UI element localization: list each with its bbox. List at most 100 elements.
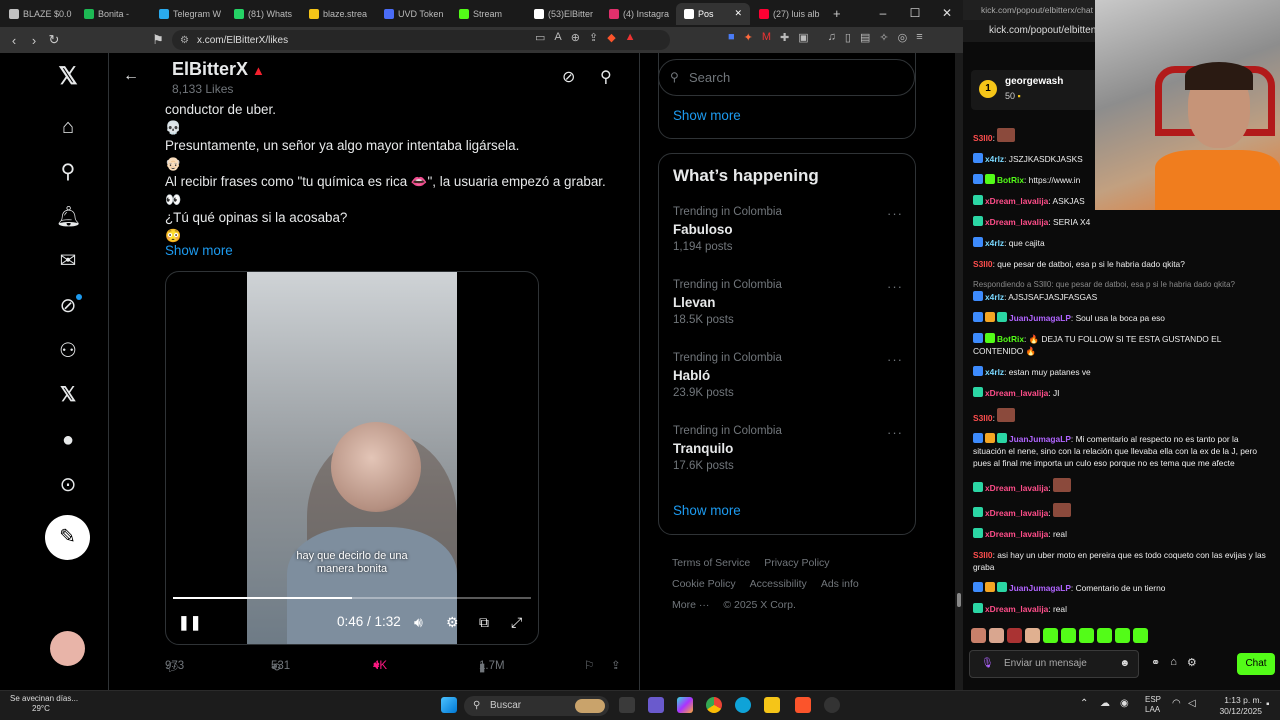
windows-start-icon[interactable] [441,697,457,713]
mic-icon[interactable]: 🎙︎ [981,651,994,677]
leo-icon[interactable]: ✧ [879,31,888,44]
chat-username[interactable]: x4rlz [985,154,1004,164]
close-window-button[interactable]: ✕ [931,0,963,27]
footer-link[interactable]: Ads info [821,578,859,590]
share-icon[interactable]: ⇪ [589,31,598,44]
grok-icon[interactable]: ⊘ [562,67,575,87]
fullscreen-icon[interactable]: ⤢ [511,614,522,631]
file-explorer-icon[interactable] [619,697,635,713]
grok-icon[interactable]: ⊘ [56,294,82,318]
cast-icon[interactable]: ▭ [535,31,545,44]
weather-widget[interactable]: Se avecinan días... 29°C [10,694,78,714]
browser-tab[interactable]: Stream [451,3,525,25]
explore-icon[interactable]: ⚲ [56,160,80,184]
browser-tab[interactable]: Bonita - [76,3,150,25]
chat-username[interactable]: BotRix [997,334,1024,344]
forward-icon[interactable]: › [24,33,44,48]
chat-input[interactable]: 🎙︎ Enviar un mensaje ☻ [969,650,1139,678]
search-input[interactable]: ⚲ Search [658,59,915,96]
bits-icon[interactable]: ⚭ [1151,656,1160,669]
reload-icon[interactable]: ↻ [44,32,64,48]
vpn-icon[interactable]: ◎ [898,31,908,44]
taskbar-search[interactable]: ⚲ Buscar [464,696,609,716]
system-clock[interactable]: 1:13 p. m. 30/12/2025 [1207,695,1262,717]
chat-username[interactable]: xDream_lavalija [985,529,1048,539]
chat-username[interactable]: xDream_lavalija [985,196,1048,206]
more-options-icon[interactable]: ··· [887,425,903,440]
emote-icon[interactable] [1079,628,1094,643]
emoji-icon[interactable]: ☻ [1119,651,1130,677]
chat-username[interactable]: S3ll0 [973,133,993,143]
copilot-icon[interactable] [677,697,693,713]
more-options-icon[interactable]: ··· [887,279,903,294]
footer-link[interactable]: Cookie Policy [672,578,736,590]
trend-item[interactable]: Trending in Colombia Tranquilo 17.6K posts… [673,425,903,472]
browser-tab[interactable]: BLAZE $0.0 [1,3,75,25]
emote-icon[interactable] [989,628,1004,643]
emote-icon[interactable] [1115,628,1130,643]
media-icon[interactable]: ♫ [828,31,836,44]
chat-username[interactable]: S3ll0 [973,259,993,269]
trend-item[interactable]: Trending in Colombia Llevan 18.5K posts ··· [673,279,903,326]
browser-tab[interactable]: (53)ElBitter [526,3,600,25]
scrollbar-thumb[interactable] [957,593,961,607]
volume-icon[interactable]: 🔊︎ [414,614,423,631]
footer-link[interactable]: More ··· [672,599,709,611]
chat-username[interactable]: BotRix [997,175,1024,185]
x-logo-icon[interactable]: 𝕏 [56,65,80,89]
minimize-button[interactable]: – [867,0,899,27]
footer-link[interactable]: Accessibility [750,578,807,590]
folder-icon[interactable] [764,697,780,713]
tray-app-icon[interactable]: ☁ [1100,698,1110,709]
more-icon[interactable]: ⊙ [56,473,80,497]
chat-username[interactable]: x4rlz [985,292,1004,302]
chat-username[interactable]: xDream_lavalija [985,483,1048,493]
show-more-link[interactable]: Show more [673,108,741,123]
footer-link[interactable]: Privacy Policy [764,557,829,569]
brave-icon[interactable] [795,697,811,713]
tray-chevron-icon[interactable]: ⌃ [1080,698,1088,709]
language-indicator[interactable]: ESP LAA [1145,695,1161,715]
page-scrollbar[interactable] [955,53,963,690]
chat-username[interactable]: xDream_lavalija [985,508,1048,518]
screenshot-icon[interactable]: ▣ [798,31,808,44]
puzzle-icon[interactable]: ✚ [780,31,789,44]
emote-icon[interactable] [1007,628,1022,643]
speaker-icon[interactable]: ◁ [1188,698,1196,709]
send-chat-button[interactable]: Chat [1237,653,1275,675]
chat-username[interactable]: S3ll0 [973,413,993,423]
extension-icon[interactable]: ■ [728,31,735,44]
chat-username[interactable]: JuanJumagaLP [1009,583,1071,593]
bookmark-icon[interactable]: ⚑ [148,32,168,48]
browser-tab[interactable]: Pos ✕ [676,2,750,25]
chat-username[interactable]: S3ll0 [973,550,993,560]
chat-username[interactable]: xDream_lavalija [985,217,1048,227]
trend-item[interactable]: Trending in Colombia Habló 23.9K posts ··· [673,352,903,399]
trend-item[interactable]: Trending in Colombia Fabuloso 1,194 posts ·… [673,206,903,253]
chat-username[interactable]: JuanJumagaLP [1009,434,1071,444]
menu-icon[interactable]: ≡ [916,31,922,44]
compose-post-button[interactable]: ✎ [45,515,90,560]
emote-icon[interactable] [1097,628,1112,643]
communities-icon[interactable]: ⚇ [56,339,80,363]
zoom-icon[interactable]: ⊕ [571,31,580,44]
browser-tab[interactable]: (81) Whats [226,3,300,25]
browser-tab[interactable]: blaze.strea [301,3,375,25]
premium-icon[interactable]: 𝕏 [56,383,80,407]
show-more-link[interactable]: Show more [165,243,233,258]
notifications-icon[interactable]: 🔔︎ [56,205,81,229]
site-info-icon[interactable]: ⚙ [180,35,189,46]
brave-rewards-icon[interactable]: ▲ [625,31,636,44]
brave-shield-icon[interactable]: ◆ [607,31,615,44]
chrome-icon[interactable] [706,697,722,713]
share-post-icon[interactable]: ⇪ [611,658,621,672]
obs-icon[interactable] [824,697,840,713]
emote-icon[interactable] [1043,628,1058,643]
pip-icon[interactable]: ⧉ [479,614,489,631]
chat-username[interactable]: xDream_lavalija [985,388,1048,398]
chat-username[interactable]: x4rlz [985,238,1004,248]
new-tab-button[interactable]: + [833,6,841,21]
search-icon[interactable]: ⚲ [600,67,612,87]
sidebar-icon[interactable]: ▯ [845,31,851,44]
extension-icon[interactable]: ✦ [744,31,753,44]
